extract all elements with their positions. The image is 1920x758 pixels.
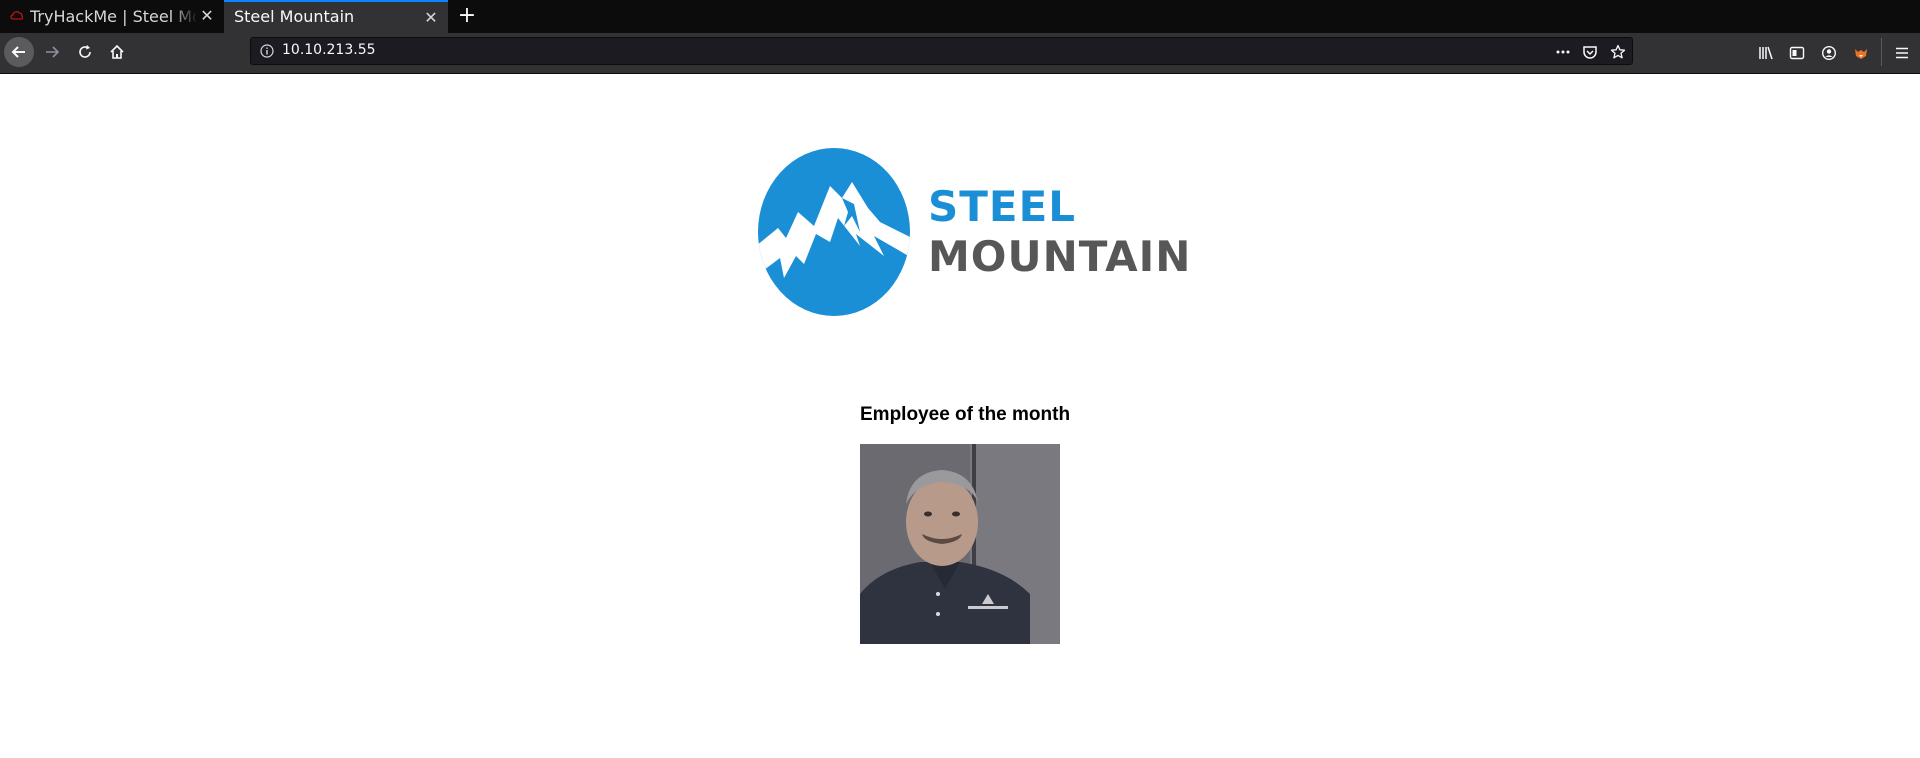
url-bar[interactable]: 10.10.213.55 xyxy=(250,37,1633,65)
tab-tryhackme[interactable]: TryHackMe | Steel Mount ✕ xyxy=(0,0,224,33)
account-icon[interactable] xyxy=(1821,45,1837,61)
navigation-toolbar: 10.10.213.55 xyxy=(0,33,1920,74)
tab-label: Steel Mountain xyxy=(234,7,355,26)
employee-photo xyxy=(860,444,1060,644)
steel-mountain-logo: STEEL MOUNTAIN xyxy=(756,146,1190,318)
tab-strip: TryHackMe | Steel Mount ✕ Steel Mountain… xyxy=(0,0,1920,33)
library-icon[interactable] xyxy=(1758,45,1774,61)
logo-text-mountain: MOUNTAIN xyxy=(928,232,1192,281)
forward-arrow-icon xyxy=(46,46,60,58)
more-dots-icon[interactable] xyxy=(1555,44,1571,60)
close-tab-icon[interactable]: ✕ xyxy=(198,7,216,25)
back-arrow-icon xyxy=(11,46,25,58)
home-icon xyxy=(110,44,124,59)
fox-extension-icon[interactable] xyxy=(1853,45,1869,61)
tab-steel-mountain[interactable]: Steel Mountain ✕ xyxy=(224,0,448,33)
toolbar-separator xyxy=(1881,38,1882,66)
reload-icon xyxy=(79,45,91,58)
url-text[interactable]: 10.10.213.55 xyxy=(282,42,376,58)
pocket-icon[interactable] xyxy=(1582,44,1598,60)
close-tab-icon[interactable]: ✕ xyxy=(422,9,440,27)
back-button[interactable] xyxy=(4,37,34,67)
employee-of-month-heading: Employee of the month xyxy=(860,404,1071,425)
logo-text-steel: STEEL xyxy=(928,182,1077,231)
site-info-icon[interactable] xyxy=(260,44,274,58)
new-tab-button[interactable]: + xyxy=(455,4,479,28)
forward-button[interactable] xyxy=(37,37,67,67)
home-button[interactable] xyxy=(102,37,132,67)
reload-button[interactable] xyxy=(70,37,100,67)
sidebar-icon[interactable] xyxy=(1789,45,1805,61)
tryhackme-favicon-icon xyxy=(10,11,24,20)
hamburger-menu-icon[interactable] xyxy=(1894,45,1910,61)
star-icon[interactable] xyxy=(1610,44,1626,60)
mountain-logo-icon xyxy=(758,148,910,316)
